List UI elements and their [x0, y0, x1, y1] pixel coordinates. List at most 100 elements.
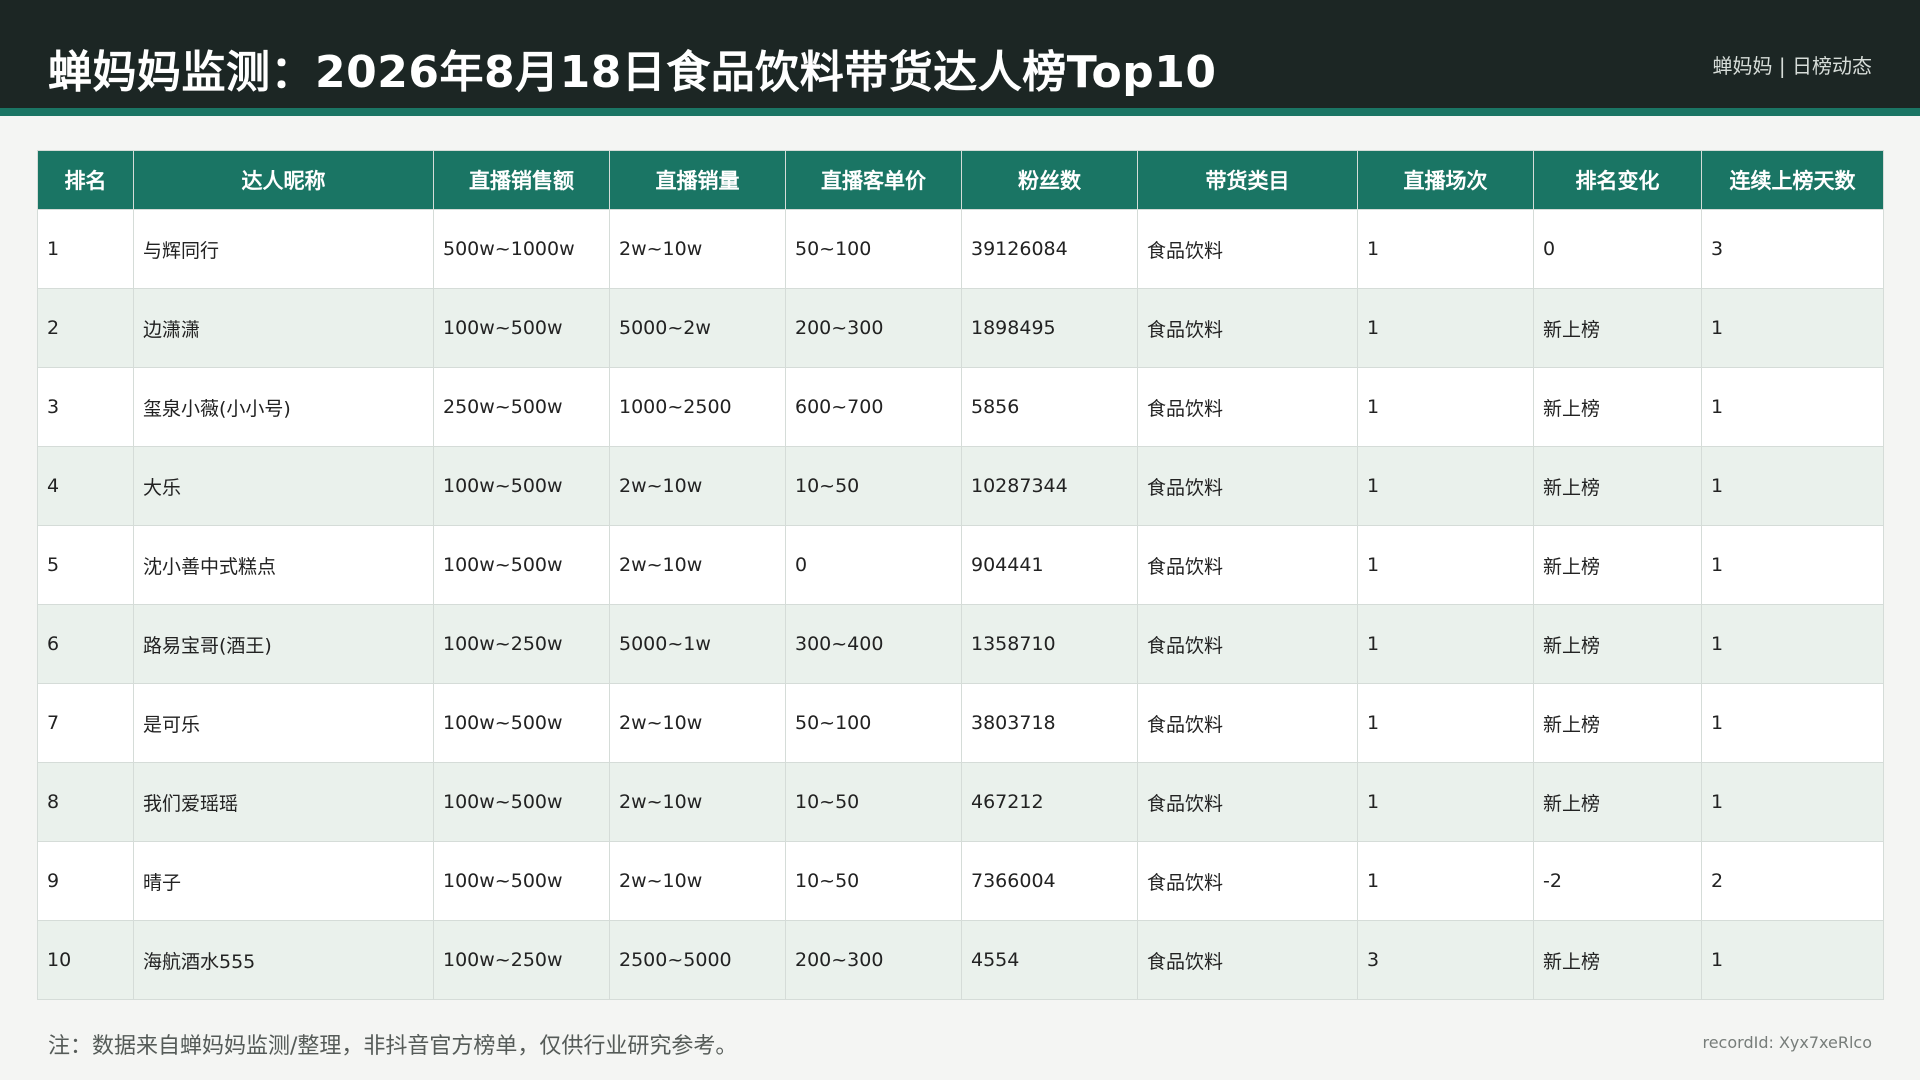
cell-streak-days: 1 — [1701, 762, 1884, 842]
cell-sales-volume: 2w~10w — [609, 525, 786, 605]
cell-unit-price: 10~50 — [785, 762, 962, 842]
cell-sales-volume: 2w~10w — [609, 762, 786, 842]
cell-rank-change: 新上榜 — [1533, 446, 1702, 526]
cell-fans: 4554 — [961, 920, 1138, 1000]
cell-nickname: 我们爱瑶瑶 — [133, 762, 434, 842]
cell-sales-amount: 100w~500w — [433, 841, 610, 921]
cell-fans: 10287344 — [961, 446, 1138, 526]
cell-streak-days: 1 — [1701, 683, 1884, 763]
table-row: 4 大乐 100w~500w 2w~10w 10~50 10287344 食品饮料 1 新上榜 1 — [37, 446, 1884, 526]
cell-unit-price: 10~50 — [785, 446, 962, 526]
table-row: 8 我们爱瑶瑶 100w~500w 2w~10w 10~50 467212 食品饮料 1 新上榜… — [37, 762, 1884, 842]
cell-nickname: 大乐 — [133, 446, 434, 526]
cell-rank-change: 新上榜 — [1533, 683, 1702, 763]
table-body: 1 与辉同行 500w~1000w 2w~10w 50~100 39126084 食品饮料 1… — [37, 209, 1884, 1000]
cell-streak-days: 2 — [1701, 841, 1884, 921]
cell-streak-days: 1 — [1701, 604, 1884, 684]
column-header-category: 带货类目 — [1137, 150, 1358, 210]
cell-fans: 5856 — [961, 367, 1138, 447]
cell-nickname: 玺泉小薇(小小号) — [133, 367, 434, 447]
column-header-sales-amount: 直播销售额 — [433, 150, 610, 210]
cell-streak-days: 1 — [1701, 920, 1884, 1000]
cell-sales-amount: 100w~250w — [433, 920, 610, 1000]
cell-sessions: 1 — [1357, 446, 1534, 526]
cell-rank: 4 — [37, 446, 134, 526]
table-row: 10 海航酒水555 100w~250w 2500~5000 200~300 4554 食品… — [37, 920, 1884, 1000]
cell-sales-amount: 100w~500w — [433, 446, 610, 526]
cell-nickname: 沈小善中式糕点 — [133, 525, 434, 605]
cell-category: 食品饮料 — [1137, 367, 1358, 447]
cell-category: 食品饮料 — [1137, 762, 1358, 842]
cell-fans: 39126084 — [961, 209, 1138, 289]
ranking-table: 排名 达人昵称 直播销售额 直播销量 直播客单价 粉丝数 带货类目 直播场次 排… — [37, 150, 1884, 1000]
cell-unit-price: 300~400 — [785, 604, 962, 684]
cell-fans: 904441 — [961, 525, 1138, 605]
cell-nickname: 晴子 — [133, 841, 434, 921]
cell-category: 食品饮料 — [1137, 525, 1358, 605]
cell-sales-amount: 100w~500w — [433, 288, 610, 368]
cell-unit-price: 600~700 — [785, 367, 962, 447]
page-title: 蝉妈妈监测：2026年8月18日食品饮料带货达人榜Top10 — [48, 47, 1217, 98]
cell-sales-volume: 1000~2500 — [609, 367, 786, 447]
cell-sessions: 3 — [1357, 920, 1534, 1000]
cell-unit-price: 200~300 — [785, 920, 962, 1000]
cell-streak-days: 1 — [1701, 525, 1884, 605]
cell-streak-days: 1 — [1701, 288, 1884, 368]
column-header-sessions: 直播场次 — [1357, 150, 1534, 210]
cell-unit-price: 50~100 — [785, 209, 962, 289]
page-header: 蝉妈妈监测：2026年8月18日食品饮料带货达人榜Top10 蝉妈妈 | 日榜动… — [0, 0, 1920, 116]
cell-sessions: 1 — [1357, 525, 1534, 605]
cell-sales-volume: 2w~10w — [609, 841, 786, 921]
cell-unit-price: 50~100 — [785, 683, 962, 763]
cell-nickname: 与辉同行 — [133, 209, 434, 289]
cell-fans: 467212 — [961, 762, 1138, 842]
cell-rank-change: 新上榜 — [1533, 762, 1702, 842]
cell-sales-volume: 2500~5000 — [609, 920, 786, 1000]
cell-sales-volume: 2w~10w — [609, 209, 786, 289]
cell-nickname: 路易宝哥(酒王) — [133, 604, 434, 684]
ranking-table-container: 排名 达人昵称 直播销售额 直播销量 直播客单价 粉丝数 带货类目 直播场次 排… — [37, 150, 1884, 1000]
cell-sales-volume: 5000~1w — [609, 604, 786, 684]
cell-sales-amount: 250w~500w — [433, 367, 610, 447]
cell-rank-change: 新上榜 — [1533, 525, 1702, 605]
record-id: recordId: Xyx7xeRlco — [1702, 1033, 1872, 1052]
cell-unit-price: 0 — [785, 525, 962, 605]
table-header-row: 排名 达人昵称 直播销售额 直播销量 直播客单价 粉丝数 带货类目 直播场次 排… — [37, 150, 1884, 210]
cell-category: 食品饮料 — [1137, 683, 1358, 763]
cell-category: 食品饮料 — [1137, 209, 1358, 289]
cell-rank-change: 0 — [1533, 209, 1702, 289]
table-row: 9 晴子 100w~500w 2w~10w 10~50 7366004 食品饮料 1 -2 2 — [37, 841, 1884, 921]
table-row: 1 与辉同行 500w~1000w 2w~10w 50~100 39126084 食品饮料 1… — [37, 209, 1884, 289]
table-row: 3 玺泉小薇(小小号) 250w~500w 1000~2500 600~700 5856 食… — [37, 367, 1884, 447]
cell-rank-change: 新上榜 — [1533, 604, 1702, 684]
cell-sessions: 1 — [1357, 683, 1534, 763]
cell-nickname: 边潇潇 — [133, 288, 434, 368]
cell-rank: 6 — [37, 604, 134, 684]
column-header-rank-change: 排名变化 — [1533, 150, 1702, 210]
cell-sales-volume: 5000~2w — [609, 288, 786, 368]
column-header-nickname: 达人昵称 — [133, 150, 434, 210]
cell-rank-change: 新上榜 — [1533, 288, 1702, 368]
cell-rank: 5 — [37, 525, 134, 605]
cell-sales-amount: 100w~500w — [433, 525, 610, 605]
cell-unit-price: 200~300 — [785, 288, 962, 368]
footer-note: 注：数据来自蝉妈妈监测/整理，非抖音官方榜单，仅供行业研究参考。 — [48, 1034, 738, 1059]
cell-fans: 3803718 — [961, 683, 1138, 763]
column-header-sales-volume: 直播销量 — [609, 150, 786, 210]
column-header-rank: 排名 — [37, 150, 134, 210]
cell-sales-amount: 500w~1000w — [433, 209, 610, 289]
cell-sessions: 1 — [1357, 604, 1534, 684]
cell-rank: 1 — [37, 209, 134, 289]
table-row: 5 沈小善中式糕点 100w~500w 2w~10w 0 904441 食品饮料 1 新上榜 1 — [37, 525, 1884, 605]
cell-rank: 9 — [37, 841, 134, 921]
cell-sessions: 1 — [1357, 367, 1534, 447]
cell-sessions: 1 — [1357, 841, 1534, 921]
cell-rank: 8 — [37, 762, 134, 842]
cell-nickname: 海航酒水555 — [133, 920, 434, 1000]
cell-fans: 7366004 — [961, 841, 1138, 921]
cell-unit-price: 10~50 — [785, 841, 962, 921]
table-row: 7 是可乐 100w~500w 2w~10w 50~100 3803718 食品饮料 1 新上榜… — [37, 683, 1884, 763]
cell-sales-amount: 100w~500w — [433, 683, 610, 763]
column-header-unit-price: 直播客单价 — [785, 150, 962, 210]
cell-rank-change: 新上榜 — [1533, 920, 1702, 1000]
